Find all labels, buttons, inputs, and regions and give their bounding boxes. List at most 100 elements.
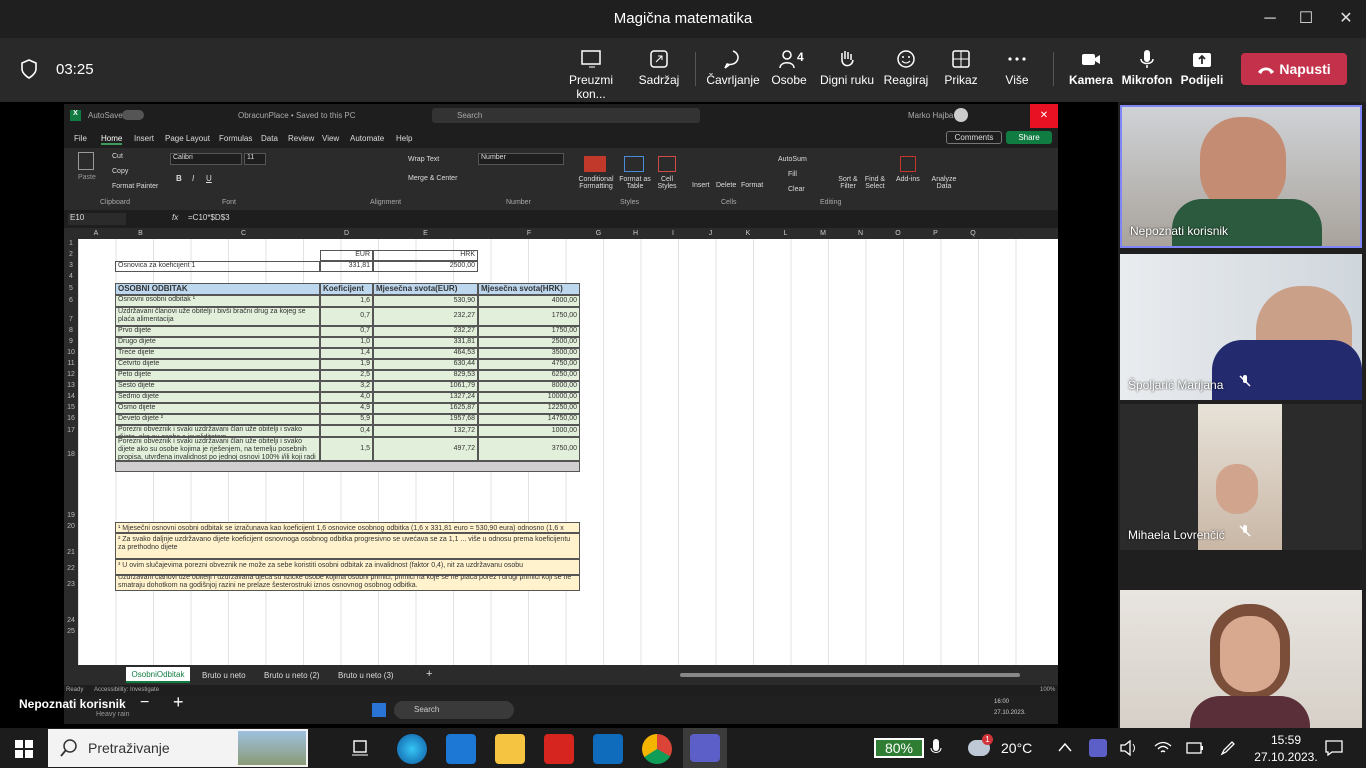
table-row[interactable]: 530,90 <box>373 295 478 307</box>
sheet-grid[interactable]: EUR HRK Osnovica za koeficijent 1 331,81 250… <box>78 239 1046 665</box>
column-header[interactable]: O <box>879 230 917 237</box>
format-table-label[interactable]: Format as Table <box>618 176 652 190</box>
table-row[interactable]: 4750,00 <box>478 359 580 370</box>
merge-center-button[interactable]: Merge & Center <box>408 175 457 182</box>
row-header[interactable]: 8 <box>64 327 78 334</box>
addins-button[interactable]: Add-ins <box>896 176 920 183</box>
chrome-icon[interactable] <box>642 734 672 764</box>
taskbar-search[interactable]: Pretraživanje <box>48 729 308 767</box>
font-size-select[interactable]: 11 <box>244 153 266 165</box>
column-header[interactable]: G <box>580 230 617 237</box>
clear-button[interactable]: Clear <box>788 186 805 193</box>
row-header[interactable]: 10 <box>64 349 78 356</box>
table-row[interactable]: Prvo dijete <box>115 326 320 337</box>
paste-icon[interactable] <box>78 152 94 170</box>
table-row[interactable]: Šesto dijete <box>115 381 320 392</box>
row-header[interactable]: 9 <box>64 338 78 345</box>
sheet-tab-osobniodbitak[interactable]: OsobniOdbitak <box>126 667 190 683</box>
take-control-button[interactable]: Preuzmi kon... <box>553 48 629 101</box>
menu-review[interactable]: Review <box>288 134 314 143</box>
analyze-data-button[interactable]: Analyze Data <box>930 176 958 190</box>
menu-automate[interactable]: Automate <box>350 134 384 143</box>
table-row[interactable]: 464,53 <box>373 348 478 359</box>
table-row[interactable]: 2500,00 <box>478 337 580 348</box>
excel-close-button[interactable]: ✕ <box>1030 104 1058 128</box>
table-row[interactable]: Peto dijete <box>115 370 320 381</box>
sheet-tab-bruto-u-neto[interactable]: Bruto u neto <box>202 671 246 680</box>
add-sheet-button[interactable]: + <box>426 668 432 680</box>
table-row[interactable]: Porezni obveznik i svaki uzdržavani član… <box>115 437 320 461</box>
cell-styles-icon[interactable] <box>658 156 676 172</box>
row-header[interactable]: 4 <box>64 273 78 280</box>
column-header[interactable]: M <box>804 230 842 237</box>
note-row[interactable]: Uzdržavani članovi uže obitelji i uzdrža… <box>115 575 580 591</box>
table-row[interactable]: 4,9 <box>320 403 373 414</box>
table-row[interactable]: Uzdržavani članovi uže obitelji i bivši … <box>115 307 320 326</box>
row-header[interactable]: 17 <box>64 427 78 434</box>
note-row[interactable]: ³ U ovim slučajevima porezni obveznik ne… <box>115 559 580 575</box>
row-header[interactable]: 3 <box>64 262 78 269</box>
row-header[interactable]: 7 <box>64 316 78 323</box>
row-header[interactable]: 11 <box>64 360 78 367</box>
table-row[interactable]: 12250,00 <box>478 403 580 414</box>
menu-formulas[interactable]: Formulas <box>219 134 252 143</box>
column-header[interactable]: N <box>842 230 879 237</box>
row-header[interactable]: 12 <box>64 371 78 378</box>
user-avatar[interactable] <box>954 108 968 122</box>
notifications-icon[interactable] <box>1325 740 1343 756</box>
column-header[interactable]: H <box>617 230 654 237</box>
column-header[interactable]: P <box>917 230 954 237</box>
column-header[interactable]: Q <box>954 230 992 237</box>
participant-tile-3[interactable]: Mihaela Lovrenčić <box>1120 404 1362 550</box>
excel-share-button[interactable]: Share <box>1006 131 1052 144</box>
font-name-select[interactable]: Calibri <box>170 153 242 165</box>
bold-button[interactable]: B <box>176 174 182 183</box>
table-row[interactable]: 829,53 <box>373 370 478 381</box>
table-row[interactable]: 1000,00 <box>478 425 580 437</box>
mail-icon[interactable] <box>446 734 476 764</box>
clock-time[interactable]: 15:59 <box>1256 733 1316 747</box>
row-header[interactable]: 16 <box>64 415 78 422</box>
fill-button[interactable]: Fill <box>788 171 797 178</box>
table-row[interactable]: Četvrto dijete <box>115 359 320 370</box>
people-button[interactable]: 4 Osobe <box>766 48 812 96</box>
row-header[interactable]: 23 <box>64 581 78 588</box>
base-hrk[interactable]: 2500,00 <box>373 261 478 272</box>
participant-tile-1[interactable]: Nepoznati korisnik <box>1120 105 1362 248</box>
copy-button[interactable]: Copy <box>112 168 128 175</box>
note-row[interactable]: ¹ Mjesečni osnovni osobni odbitak se izr… <box>115 522 580 533</box>
taskbar-microphone-icon[interactable] <box>930 739 942 757</box>
row-header[interactable]: 20 <box>64 523 78 530</box>
table-row[interactable]: Treće dijete <box>115 348 320 359</box>
row-header[interactable]: 13 <box>64 382 78 389</box>
row-header[interactable]: 25 <box>64 628 78 635</box>
accessibility-status[interactable]: Accessibility: Investigate <box>94 687 159 693</box>
participant-tile-4[interactable] <box>1120 590 1362 728</box>
italic-button[interactable]: I <box>192 174 194 183</box>
table-row[interactable]: 1,9 <box>320 359 373 370</box>
table-row[interactable]: 331,81 <box>373 337 478 348</box>
more-button[interactable]: Više <box>996 48 1038 96</box>
view-button[interactable]: Prikaz <box>938 48 984 96</box>
table-row[interactable]: Porezni obveznik i svaki uzdržavani član… <box>115 425 320 437</box>
table-row[interactable]: 1,0 <box>320 337 373 348</box>
conditional-formatting-label[interactable]: Conditional Formatting <box>574 176 618 190</box>
content-button[interactable]: Sadržaj <box>634 48 684 96</box>
table-row[interactable]: 1061,79 <box>373 381 478 392</box>
table-row[interactable]: 1327,24 <box>373 392 478 403</box>
table-row[interactable]: 630,44 <box>373 359 478 370</box>
menu-help[interactable]: Help <box>396 134 412 143</box>
row-header[interactable]: 15 <box>64 404 78 411</box>
table-header[interactable]: Mjesečna svota(HRK) <box>478 283 580 295</box>
number-format-select[interactable]: Number <box>478 153 564 165</box>
column-header[interactable]: C <box>167 230 320 237</box>
menu-page-layout[interactable]: Page Layout <box>165 134 210 143</box>
sort-filter-button[interactable]: Sort & Filter <box>834 176 862 190</box>
header-hrk[interactable]: HRK <box>373 250 478 261</box>
battery-indicator[interactable]: 80% <box>874 738 924 758</box>
outlook-icon[interactable] <box>593 734 623 764</box>
teams-taskbar-button[interactable] <box>683 728 727 768</box>
table-row[interactable]: 14750,00 <box>478 414 580 425</box>
menu-home[interactable]: Home <box>101 134 123 145</box>
table-header[interactable]: Mjesečna svota(EUR) <box>373 283 478 295</box>
